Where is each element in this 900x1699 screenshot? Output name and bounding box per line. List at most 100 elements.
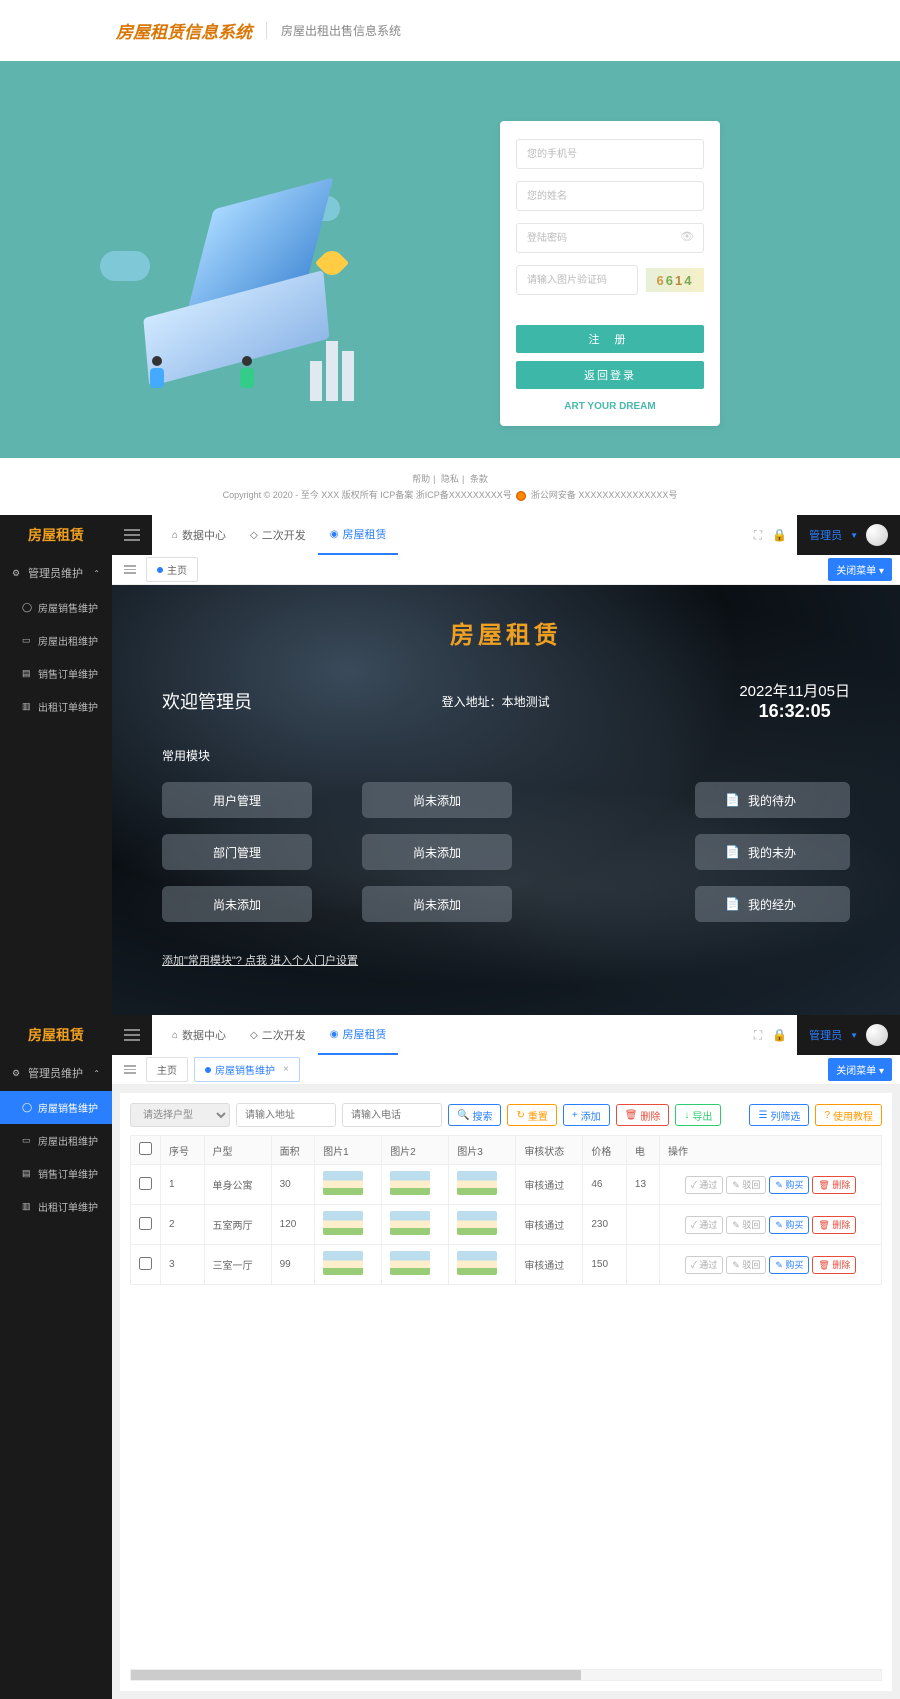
fullscreen-icon[interactable]: ⛶ bbox=[754, 1028, 762, 1043]
thumbnail[interactable] bbox=[457, 1171, 497, 1195]
thumbnail[interactable] bbox=[323, 1171, 363, 1195]
nav-tab[interactable]: ◇二次开发 bbox=[238, 1015, 318, 1055]
add-module-link[interactable]: 添加"常用模块"? 点我 进入个人门户设置 bbox=[162, 952, 358, 968]
eye-icon[interactable]: 👁 bbox=[680, 230, 694, 243]
close-icon[interactable]: × bbox=[283, 1064, 289, 1075]
module-tile[interactable]: 📄我的待办 bbox=[695, 782, 850, 818]
sidebar-group-admin[interactable]: ⚙管理员维护 ⌃ bbox=[0, 555, 112, 591]
type-select[interactable]: 请选择户型 bbox=[130, 1103, 230, 1127]
thumbnail[interactable] bbox=[390, 1251, 430, 1275]
captcha-input[interactable] bbox=[516, 265, 638, 295]
crumb-home-tab[interactable]: 主页 bbox=[146, 1057, 188, 1082]
avatar[interactable] bbox=[866, 524, 888, 546]
crumb-toggle[interactable] bbox=[120, 563, 140, 576]
user-role[interactable]: 管理员 bbox=[809, 1027, 842, 1043]
row-checkbox[interactable] bbox=[139, 1217, 152, 1230]
nav-tab[interactable]: ◉房屋租赁 bbox=[318, 515, 399, 555]
nav-tab[interactable]: ◉房屋租赁 bbox=[318, 1015, 399, 1055]
sidebar-toggle[interactable] bbox=[112, 1026, 152, 1044]
pass-button[interactable]: ✓ 通过 bbox=[685, 1216, 724, 1234]
module-tile[interactable]: 尚未添加 bbox=[362, 834, 512, 870]
thumbnail[interactable] bbox=[323, 1211, 363, 1235]
columns-button[interactable]: ☰列筛选 bbox=[749, 1104, 809, 1126]
trash-icon: 🗑 bbox=[625, 1110, 638, 1121]
sidebar-toggle[interactable] bbox=[112, 526, 152, 544]
back-login-button[interactable]: 返回登录 bbox=[516, 361, 704, 389]
lock-icon[interactable]: 🔒 bbox=[772, 1028, 787, 1042]
lock-icon[interactable]: 🔒 bbox=[772, 528, 787, 542]
row-checkbox[interactable] bbox=[139, 1257, 152, 1270]
thumbnail[interactable] bbox=[457, 1251, 497, 1275]
menu-icon: ▤ bbox=[22, 1168, 32, 1179]
sidebar-item[interactable]: ◯房屋销售维护 bbox=[0, 591, 112, 624]
column-header: 价格 bbox=[583, 1136, 627, 1165]
sidebar-item[interactable]: ▥出租订单维护 bbox=[0, 1190, 112, 1223]
module-tile[interactable]: 用户管理 bbox=[162, 782, 312, 818]
delete-button[interactable]: 🗑删除 bbox=[616, 1104, 670, 1126]
module-tile[interactable]: 📄我的未办 bbox=[695, 834, 850, 870]
password-input[interactable] bbox=[516, 223, 704, 253]
row-delete-button[interactable]: 🗑 删除 bbox=[812, 1176, 856, 1194]
user-role[interactable]: 管理员 bbox=[809, 527, 842, 543]
sidebar-group-admin[interactable]: ⚙管理员维护 ⌃ bbox=[0, 1055, 112, 1091]
pass-button[interactable]: ✓ 通过 bbox=[685, 1256, 724, 1274]
export-button[interactable]: ↓导出 bbox=[675, 1104, 721, 1126]
add-button[interactable]: +添加 bbox=[563, 1104, 610, 1126]
module-tile[interactable]: 尚未添加 bbox=[362, 886, 512, 922]
nav-tab[interactable]: ⌂数据中心 bbox=[160, 1015, 238, 1055]
pass-button[interactable]: ✓ 通过 bbox=[685, 1176, 724, 1194]
thumbnail[interactable] bbox=[390, 1211, 430, 1235]
crumb-home-tab[interactable]: 主页 bbox=[146, 557, 198, 582]
crumb-current-tab[interactable]: 房屋销售维护× bbox=[194, 1057, 300, 1082]
thumbnail[interactable] bbox=[323, 1251, 363, 1275]
nav-tab[interactable]: ⌂数据中心 bbox=[160, 515, 238, 555]
row-checkbox[interactable] bbox=[139, 1177, 152, 1190]
cell-no: 2 bbox=[161, 1205, 205, 1245]
thumbnail[interactable] bbox=[390, 1171, 430, 1195]
sidebar-item[interactable]: ▥出租订单维护 bbox=[0, 690, 112, 723]
tagline: ART YOUR DREAM bbox=[516, 401, 704, 412]
chevron-down-icon[interactable]: ▼ bbox=[850, 531, 858, 540]
captcha-image[interactable]: 6614 bbox=[646, 268, 704, 292]
register-button[interactable]: 注 册 bbox=[516, 325, 704, 353]
thumbnail[interactable] bbox=[457, 1211, 497, 1235]
reject-button[interactable]: ✎ 驳回 bbox=[726, 1216, 766, 1234]
fullscreen-icon[interactable]: ⛶ bbox=[754, 528, 762, 543]
sidebar-item[interactable]: ▭房屋出租维护 bbox=[0, 1124, 112, 1157]
footer-privacy-link[interactable]: 隐私 bbox=[441, 474, 459, 484]
module-tile[interactable]: 部门管理 bbox=[162, 834, 312, 870]
search-button[interactable]: 🔍搜索 bbox=[448, 1104, 501, 1126]
phone-input[interactable] bbox=[342, 1103, 442, 1127]
select-all-checkbox[interactable] bbox=[139, 1142, 152, 1155]
document-icon: 📄 bbox=[725, 793, 740, 807]
sidebar-item[interactable]: ▤销售订单维护 bbox=[0, 657, 112, 690]
module-tile[interactable]: 尚未添加 bbox=[362, 782, 512, 818]
module-tile[interactable]: 📄我的经办 bbox=[695, 886, 850, 922]
sidebar-item[interactable]: ◯房屋销售维护 bbox=[0, 1091, 112, 1124]
footer-help-link[interactable]: 帮助 bbox=[412, 474, 430, 484]
sidebar-item[interactable]: ▤销售订单维护 bbox=[0, 1157, 112, 1190]
chevron-down-icon[interactable]: ▼ bbox=[850, 1031, 858, 1040]
avatar[interactable] bbox=[866, 1024, 888, 1046]
sidebar-item[interactable]: ▭房屋出租维护 bbox=[0, 624, 112, 657]
document-icon: 📄 bbox=[725, 897, 740, 911]
address-input[interactable] bbox=[236, 1103, 336, 1127]
reject-button[interactable]: ✎ 驳回 bbox=[726, 1176, 766, 1194]
phone-input[interactable] bbox=[516, 139, 704, 169]
crumb-toggle[interactable] bbox=[120, 1063, 140, 1076]
buy-button[interactable]: ✎ 购买 bbox=[769, 1176, 809, 1194]
close-menu-button[interactable]: 关闭菜单 ▾ bbox=[828, 1058, 892, 1081]
footer-terms-link[interactable]: 条款 bbox=[470, 474, 488, 484]
reset-button[interactable]: ↻重置 bbox=[507, 1104, 556, 1126]
row-delete-button[interactable]: 🗑 删除 bbox=[812, 1216, 856, 1234]
horizontal-scrollbar[interactable] bbox=[130, 1669, 882, 1681]
help-button[interactable]: ?使用教程 bbox=[815, 1104, 882, 1126]
buy-button[interactable]: ✎ 购买 bbox=[769, 1256, 809, 1274]
buy-button[interactable]: ✎ 购买 bbox=[769, 1216, 809, 1234]
row-delete-button[interactable]: 🗑 删除 bbox=[812, 1256, 856, 1274]
name-input[interactable] bbox=[516, 181, 704, 211]
reject-button[interactable]: ✎ 驳回 bbox=[726, 1256, 766, 1274]
nav-tab[interactable]: ◇二次开发 bbox=[238, 515, 318, 555]
module-tile[interactable]: 尚未添加 bbox=[162, 886, 312, 922]
close-menu-button[interactable]: 关闭菜单 ▾ bbox=[828, 558, 892, 581]
